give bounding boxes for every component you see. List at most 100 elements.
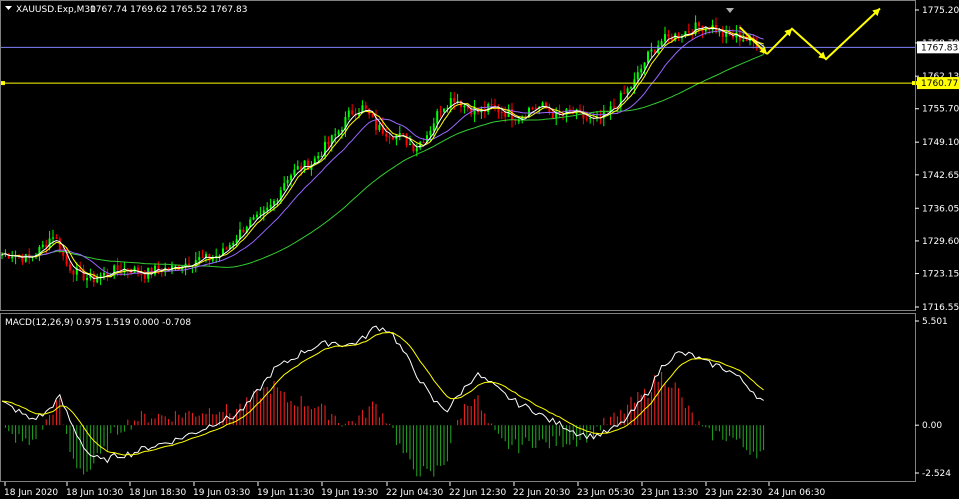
candle-body bbox=[640, 68, 643, 73]
candle-body bbox=[256, 214, 258, 218]
candle-body bbox=[72, 270, 75, 275]
price-tick-label: 1723.15 bbox=[922, 270, 959, 280]
candle-body bbox=[436, 111, 439, 124]
candle-body bbox=[636, 72, 639, 80]
candle-body bbox=[96, 278, 99, 283]
candle-body bbox=[62, 252, 65, 256]
candle-body bbox=[86, 277, 88, 281]
candle-body bbox=[745, 40, 748, 42]
candle-body bbox=[660, 41, 663, 46]
time-tick-label: 24 Jun 06:30 bbox=[768, 488, 825, 498]
price-tick-label: 1755.70 bbox=[922, 105, 959, 115]
candle-body bbox=[103, 272, 105, 276]
candles-layer bbox=[1, 15, 765, 288]
macd-tick-label: 0.00 bbox=[922, 421, 942, 431]
price-tick-label: 1749.10 bbox=[922, 138, 959, 148]
candle-body bbox=[239, 229, 241, 240]
candle-body bbox=[276, 200, 279, 202]
candle-body bbox=[613, 106, 615, 108]
scroll-marker-icon[interactable] bbox=[726, 8, 734, 13]
candle-body bbox=[500, 112, 503, 114]
candle-body bbox=[55, 237, 58, 239]
candle-body bbox=[548, 108, 551, 113]
time-tick-label: 23 Jun 13:30 bbox=[641, 488, 698, 498]
time-tick-label: 18 Jun 18:30 bbox=[129, 488, 186, 498]
candle-body bbox=[473, 107, 476, 115]
time-tick-label: 19 Jun 11:30 bbox=[257, 488, 314, 498]
macd-header: MACD(12,26,9) 0.975 1.519 0.000 -0.708 bbox=[5, 318, 191, 328]
candle-body bbox=[531, 107, 534, 109]
candle-body bbox=[409, 143, 411, 146]
candle-body bbox=[429, 130, 432, 136]
candle-body bbox=[378, 124, 381, 130]
candle-body bbox=[69, 264, 71, 271]
candle-body bbox=[334, 134, 337, 136]
candle-body bbox=[65, 255, 68, 265]
candle-body bbox=[283, 183, 286, 191]
candle-body bbox=[439, 111, 442, 113]
time-tick-label: 22 Jun 20:30 bbox=[513, 488, 570, 498]
candle-body bbox=[249, 219, 252, 227]
candle-body bbox=[385, 133, 388, 137]
candle-body bbox=[398, 132, 401, 135]
candle-body bbox=[453, 98, 456, 103]
ma-fast-line bbox=[1, 26, 764, 280]
candle-body bbox=[742, 40, 745, 42]
forecast-layer bbox=[739, 7, 881, 61]
candle-body bbox=[273, 201, 275, 205]
candle-body bbox=[589, 117, 592, 119]
candle-body bbox=[653, 49, 656, 53]
candle-body bbox=[534, 107, 537, 109]
candle-body bbox=[647, 51, 649, 63]
candle-body bbox=[201, 257, 204, 259]
ma-mid-line bbox=[1, 26, 764, 279]
forecast-path-line bbox=[766, 7, 881, 61]
candle-body bbox=[266, 207, 269, 211]
moving-averages-layer bbox=[0, 26, 917, 280]
candle-body bbox=[347, 110, 350, 118]
candle-body bbox=[296, 166, 299, 170]
candle-body bbox=[252, 217, 255, 220]
time-tick-label: 23 Jun 22:30 bbox=[705, 488, 762, 498]
candle-body bbox=[490, 104, 493, 106]
candle-body bbox=[371, 114, 374, 118]
candle-body bbox=[198, 257, 201, 261]
candle-body bbox=[504, 112, 507, 117]
time-tick-label: 19 Jun 19:30 bbox=[321, 488, 378, 498]
candle-body bbox=[667, 34, 670, 37]
hline-handle-right[interactable] bbox=[912, 81, 917, 86]
time-tick-label: 18 Jun 2020 bbox=[4, 488, 58, 498]
candle-body bbox=[643, 62, 646, 69]
candle-body bbox=[293, 169, 296, 176]
candle-body bbox=[698, 22, 700, 27]
candle-body bbox=[626, 88, 629, 94]
candle-body bbox=[143, 274, 146, 279]
symbol-label: XAUUSD.Exp,M30 bbox=[16, 5, 96, 15]
current-price-label: 1767.83 bbox=[921, 43, 958, 53]
candle-body bbox=[568, 109, 571, 111]
price-tick-label: 1736.05 bbox=[922, 204, 959, 214]
macd-panel-border bbox=[0, 313, 916, 482]
axis-layer: 1775.201768.701762.131755.701749.101742.… bbox=[0, 0, 959, 498]
candle-body bbox=[116, 265, 119, 271]
candle-body bbox=[364, 105, 367, 109]
macd-line bbox=[1, 325, 764, 464]
ohlc-values: 1767.74 1769.62 1765.52 1767.83 bbox=[90, 5, 247, 15]
candle-body bbox=[415, 148, 418, 152]
trading-chart: 1775.201768.701762.131755.701749.101742.… bbox=[0, 0, 959, 498]
candle-body bbox=[337, 131, 340, 135]
candle-body bbox=[664, 34, 666, 42]
candle-body bbox=[242, 229, 245, 233]
candle-body bbox=[623, 92, 626, 94]
candle-body bbox=[11, 256, 14, 259]
price-tick-label: 1716.55 bbox=[922, 303, 959, 313]
dropdown-triangle-icon[interactable] bbox=[5, 6, 12, 10]
candle-body bbox=[225, 248, 228, 250]
candle-body bbox=[269, 204, 272, 208]
time-tick-label: 22 Jun 04:30 bbox=[386, 488, 443, 498]
candle-body bbox=[419, 141, 422, 149]
candle-body bbox=[41, 244, 44, 247]
macd-signal-line bbox=[1, 331, 764, 456]
candle-body bbox=[422, 141, 425, 143]
macd-tick-label: 5.501 bbox=[922, 317, 948, 327]
